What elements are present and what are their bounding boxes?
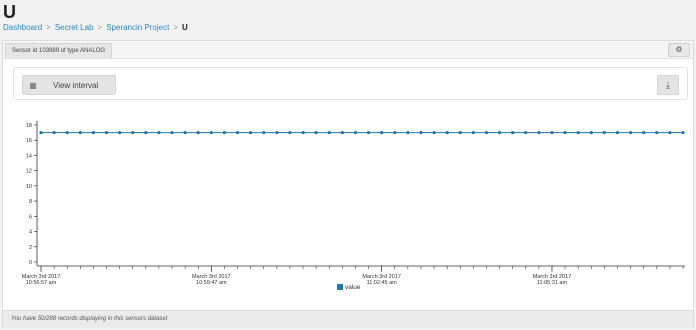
data-point — [497, 131, 502, 135]
data-point — [52, 131, 56, 135]
download-icon: ⤓ — [666, 80, 670, 90]
data-point — [419, 131, 423, 135]
data-point — [432, 131, 436, 135]
data-point — [602, 131, 606, 135]
breadcrumb-dashboard[interactable]: Dashboard — [3, 23, 42, 32]
y-tick-label: 4 — [29, 230, 32, 236]
data-point — [78, 131, 82, 135]
download-button[interactable]: ⤓ — [657, 75, 679, 95]
y-tick-label: 6 — [29, 214, 32, 220]
data-point — [563, 131, 567, 135]
data-point — [209, 131, 213, 135]
data-point — [471, 131, 475, 135]
breadcrumb: Dashboard > Secret Lab > Sperancin Proje… — [3, 23, 188, 32]
data-point — [131, 131, 135, 135]
data-point — [668, 131, 672, 135]
data-point — [144, 131, 148, 135]
y-tick-label: 2 — [29, 245, 32, 251]
y-tick-label: 12 — [26, 169, 32, 175]
x-tick-label: 10:59:47 am — [196, 280, 227, 286]
data-point — [222, 131, 227, 135]
data-point — [380, 131, 384, 135]
panel-header: Sensor id 103989 of type ANALOG ⚙ — [3, 41, 693, 59]
data-point — [484, 131, 489, 135]
legend-label: value — [345, 284, 361, 291]
data-point — [170, 131, 174, 135]
data-point — [628, 131, 633, 135]
data-point — [655, 131, 659, 135]
data-point — [445, 131, 449, 135]
data-point — [314, 131, 318, 135]
page-title: U — [3, 2, 16, 22]
chevron-right-icon: > — [173, 23, 179, 32]
data-point — [615, 131, 620, 135]
data-point — [288, 131, 292, 135]
x-tick-label: 11:02:45 am — [367, 280, 398, 286]
data-point — [681, 131, 685, 135]
data-point — [353, 131, 358, 135]
sensor-panel: Sensor id 103989 of type ANALOG ⚙ ▦ View… — [2, 40, 694, 328]
y-tick-label: 0 — [29, 260, 32, 266]
chevron-right-icon: > — [46, 23, 51, 32]
data-point — [183, 131, 187, 135]
view-interval-label: View interval — [53, 80, 99, 90]
data-point — [249, 131, 253, 135]
sensor-chart: 024681012141618March 3rd 201710:56:57 am… — [22, 121, 685, 291]
gears-icon: ⚙ — [675, 45, 683, 54]
data-point — [550, 131, 554, 135]
sensor-tab[interactable]: Sensor id 103989 of type ANALOG — [5, 43, 113, 58]
y-tick-label: 16 — [26, 138, 32, 144]
x-tick-label: 10:56:57 am — [26, 280, 57, 286]
data-point — [262, 131, 266, 135]
data-point — [196, 131, 200, 135]
data-point — [366, 131, 371, 135]
data-point — [458, 131, 462, 135]
data-point — [576, 131, 580, 135]
data-point — [39, 131, 43, 135]
data-point — [104, 131, 109, 135]
data-point — [275, 131, 279, 135]
breadcrumb-secret-lab[interactable]: Secret Lab — [55, 23, 94, 32]
data-point — [589, 131, 593, 135]
chart-toolbar: ▦ View interval ⤓ — [13, 67, 688, 100]
data-point — [406, 131, 410, 135]
data-point — [537, 131, 541, 135]
view-interval-button[interactable]: ▦ View interval — [22, 75, 116, 95]
data-point — [301, 131, 305, 135]
data-point — [524, 131, 528, 135]
data-point — [642, 131, 646, 135]
data-point — [118, 131, 122, 135]
y-tick-label: 10 — [26, 184, 32, 190]
legend-swatch — [337, 284, 343, 290]
breadcrumb-current: U — [182, 23, 188, 32]
data-point — [340, 131, 344, 135]
data-point — [157, 131, 161, 135]
breadcrumb-sperancin-project[interactable]: Sperancin Project — [106, 23, 169, 32]
y-tick-label: 8 — [29, 199, 32, 205]
y-tick-label: 14 — [26, 153, 32, 159]
y-tick-label: 18 — [26, 123, 32, 129]
data-point — [327, 131, 331, 135]
x-tick-label: 11:05:31 am — [537, 280, 568, 286]
data-point — [235, 131, 240, 135]
data-point — [91, 131, 96, 135]
calendar-icon: ▦ — [29, 80, 37, 90]
data-point — [65, 131, 69, 135]
settings-button[interactable]: ⚙ — [668, 43, 690, 57]
data-point — [511, 131, 515, 135]
chevron-right-icon: > — [97, 23, 103, 32]
data-point — [393, 131, 397, 135]
records-footer: You have 50/288 records displaying in th… — [3, 310, 693, 328]
